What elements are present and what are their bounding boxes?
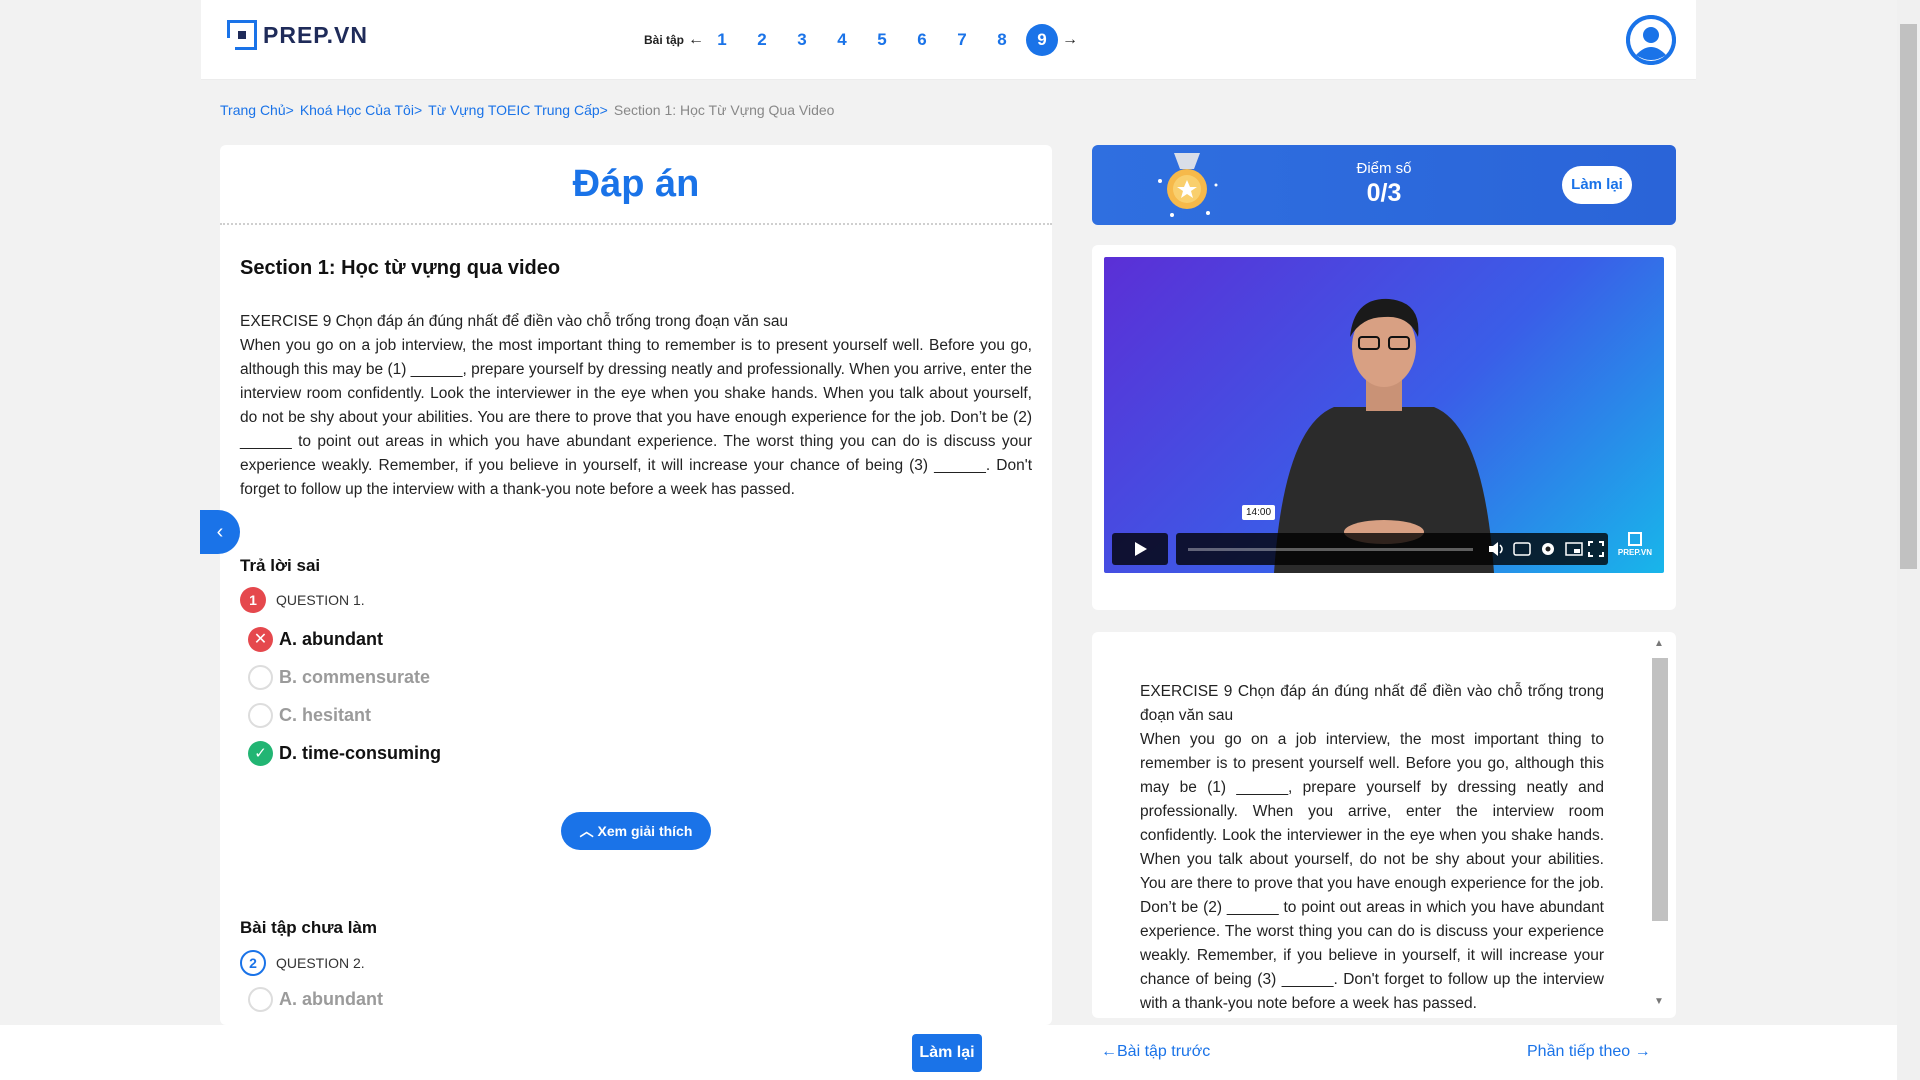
chevron-up-icon: ︿ [579,823,594,839]
show-explanation-button[interactable]: ︿ Xem giải thích [561,812,711,850]
exercise-next-arrow[interactable]: → [1062,31,1078,49]
question-2-badge: 2 [240,950,266,976]
breadcrumb-current: Section 1: Học Từ Vựng Qua Video [613,102,835,118]
video-watermark: PREP.VN [1618,532,1652,557]
q2-option-a[interactable]: A. abundant [248,987,383,1012]
passage-card-body: When you go on a job interview, the most… [1140,731,1604,1012]
radio-empty-icon [248,703,273,728]
next-section-link[interactable]: Phần tiếp theo → [1527,1039,1651,1065]
video-card: 14:00 PREP.VN [1092,245,1676,610]
page-scrollbar[interactable] [1897,0,1920,1080]
video-controls: 14:00 PREP.VN [1112,505,1656,565]
volume-icon[interactable] [1486,539,1506,559]
exercise-link-3[interactable]: 3 [782,30,822,50]
arrow-right-icon: → [1634,1043,1651,1060]
exercise-link-6[interactable]: 6 [902,30,942,50]
check-icon: ✓ [248,741,273,766]
exercise-link-4[interactable]: 4 [822,30,862,50]
breadcrumb-home[interactable]: Trang Chủ> [220,102,294,118]
captions-icon[interactable] [1512,539,1532,559]
prev-exercise-link[interactable]: ←Bài tập trước [1101,1039,1211,1065]
exercise-prev-arrow[interactable]: ← [688,31,704,49]
play-button[interactable] [1112,533,1168,565]
radio-empty-icon [248,987,273,1012]
exercise-nav-label: Bài tập [644,33,685,47]
passage-scroll-thumb[interactable] [1652,658,1668,921]
breadcrumb-course[interactable]: Từ Vựng TOEIC Trung Cấp> [428,102,608,118]
question-1-badge: 1 [240,587,266,613]
video-track[interactable] [1188,548,1473,551]
passage-card: EXERCISE 9 Chọn đáp án đúng nhất để điền… [1092,632,1676,1018]
section-title: Section 1: Học từ vựng qua video [240,257,561,279]
question-2-header: 2 QUESTION 2. [240,950,365,976]
page-scroll-thumb[interactable] [1900,24,1917,569]
q1-option-a: ✕ A. abundant [248,627,383,652]
top-header: PREP.VN Bài tập ← 1 2 3 4 5 6 7 8 9 → [201,0,1696,80]
answer-title: Đáp án [220,145,1052,225]
chevron-left-icon: ‹ [216,521,224,543]
answer-panel: Đáp án Section 1: Học từ vựng qua video … [220,145,1052,1025]
score-retry-button[interactable]: Làm lại [1562,166,1632,204]
play-icon [1135,542,1147,556]
radio-empty-icon [248,665,273,690]
settings-gear-icon[interactable] [1538,539,1558,559]
score-card: Điểm số 0/3 Làm lại [1092,145,1676,225]
fullscreen-icon[interactable] [1586,539,1606,559]
pip-icon[interactable] [1564,539,1584,559]
user-avatar[interactable] [1626,15,1676,65]
prep-logo[interactable]: PREP.VN [227,20,368,50]
passage-text: When you go on a job interview, the most… [240,337,1032,498]
q1-option-b: B. commensurate [248,665,430,690]
wrong-x-icon: ✕ [248,627,273,652]
exercise-heading: EXERCISE 9 Chọn đáp án đúng nhất để điền… [240,313,789,330]
exercise-link-5[interactable]: 5 [862,30,902,50]
exercise-nav: Bài tập ← 1 2 3 4 5 6 7 8 9 → [644,24,1078,56]
exercise-link-2[interactable]: 2 [742,30,782,50]
bottom-retry-button[interactable]: Làm lại [912,1034,982,1072]
bottom-bar: Làm lại ←Bài tập trước Phần tiếp theo → [0,1025,1897,1080]
question-2-label: QUESTION 2. [276,955,365,971]
breadcrumb: Trang Chủ> Khoá Học Của Tôi> Từ Vựng TOE… [220,102,834,118]
user-avatar-icon [1626,15,1676,65]
exercise-link-8[interactable]: 8 [982,30,1022,50]
exercise-link-9-active[interactable]: 9 [1026,24,1059,56]
wrong-answers-heading: Trả lời sai [240,556,321,575]
video-progress-bar[interactable]: 14:00 [1176,505,1608,565]
video-player[interactable]: 14:00 PREP.VN [1104,257,1664,573]
prep-logo-icon [227,20,257,50]
passage-scrollbar[interactable]: ▲ ▼ [1650,632,1670,1018]
exercise-link-7[interactable]: 7 [942,30,982,50]
presenter-figure [1274,298,1494,573]
scroll-down-arrow-icon[interactable]: ▼ [1654,996,1664,1007]
question-1-label: QUESTION 1. [276,592,365,608]
scroll-up-arrow-icon[interactable]: ▲ [1654,638,1664,649]
passage-card-text: EXERCISE 9 Chọn đáp án đúng nhất để điền… [1140,680,1604,1016]
video-time-tooltip: 14:00 [1242,505,1276,520]
question-1-header: 1 QUESTION 1. [240,587,365,613]
exercise-link-1[interactable]: 1 [702,30,742,50]
q1-option-d: ✓ D. time-consuming [248,741,441,766]
prep-watermark-icon [1627,532,1642,546]
todo-heading: Bài tập chưa làm [240,918,378,937]
breadcrumb-my-courses[interactable]: Khoá Học Của Tôi> [300,102,422,118]
exercise-passage: EXERCISE 9 Chọn đáp án đúng nhất để điền… [240,310,1032,502]
logo-text: PREP.VN [263,21,369,48]
passage-card-heading: EXERCISE 9 Chọn đáp án đúng nhất để điền… [1140,683,1604,724]
q1-option-c: C. hesitant [248,703,371,728]
